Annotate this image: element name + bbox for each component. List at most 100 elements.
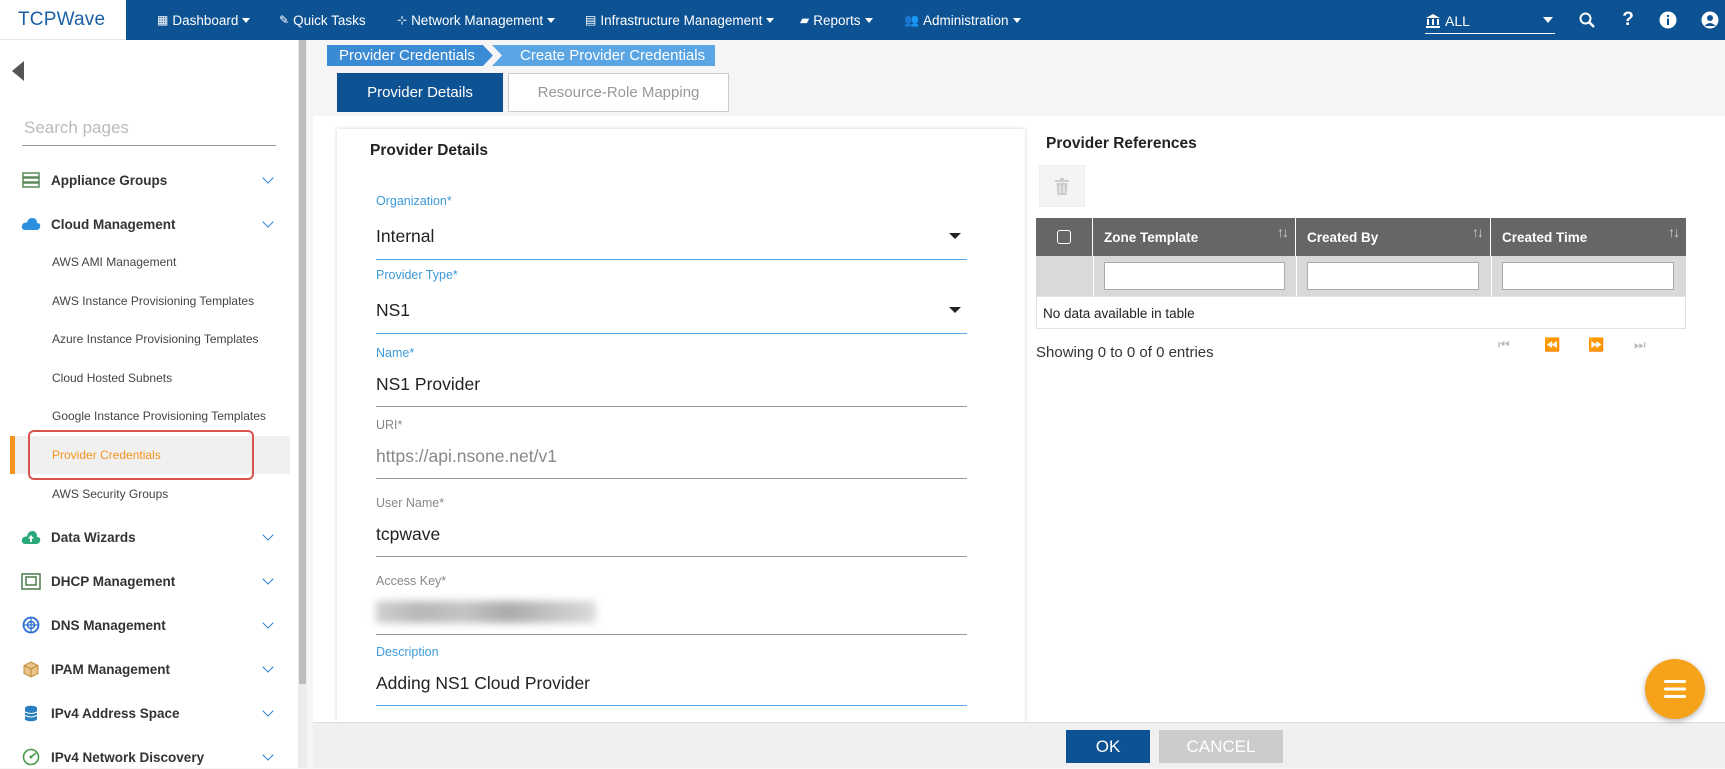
info-icon[interactable] bbox=[1657, 9, 1679, 31]
scope-select[interactable]: ALL bbox=[1425, 8, 1555, 34]
form-footer bbox=[313, 722, 1725, 768]
next-page-icon[interactable]: ⏩ bbox=[1588, 337, 1604, 353]
help-icon[interactable]: ? bbox=[1617, 9, 1639, 31]
sidebar-group-label: IPAM Management bbox=[51, 661, 171, 677]
nav-network-management[interactable]: ⊹ Network Management bbox=[397, 0, 556, 40]
nav-reports-label: Reports bbox=[813, 12, 861, 28]
scope-value: ALL bbox=[1445, 12, 1470, 29]
divider bbox=[1093, 256, 1094, 296]
chevron-down-icon bbox=[262, 661, 274, 673]
nav-infrastructure-management-label: Infrastructure Management bbox=[600, 12, 763, 28]
column-created-time[interactable]: Created Time ↑↓ bbox=[1491, 218, 1686, 256]
column-header-label: Created By bbox=[1307, 229, 1379, 245]
sidebar-group-dhcp-management[interactable]: DHCP Management bbox=[20, 569, 282, 593]
sidebar-group-appliance-groups[interactable]: Appliance Groups bbox=[20, 168, 282, 192]
nav-administration[interactable]: 👥 Administration bbox=[904, 0, 1021, 40]
sidebar-group-cloud-management[interactable]: Cloud Management bbox=[20, 212, 282, 236]
provider-references-title: Provider References bbox=[1046, 135, 1197, 152]
uri-input[interactable]: https://api.nsone.net/v1 bbox=[376, 446, 557, 467]
sidebar-group-ipam-management[interactable]: IPAM Management bbox=[20, 657, 282, 681]
chevron-down-icon bbox=[262, 573, 274, 585]
sidebar-group-label: DNS Management bbox=[51, 617, 166, 633]
filter-zone-template-input[interactable] bbox=[1104, 262, 1285, 290]
organization-select[interactable]: Internal bbox=[376, 226, 434, 247]
username-underline bbox=[376, 556, 967, 557]
name-input[interactable]: NS1 Provider bbox=[376, 374, 480, 395]
chevron-down-icon bbox=[1543, 17, 1553, 23]
breadcrumb-provider-credentials[interactable]: Provider Credentials bbox=[327, 45, 493, 66]
cloud-upload-icon bbox=[20, 528, 42, 546]
search-icon[interactable] bbox=[1576, 9, 1598, 31]
chevron-down-icon bbox=[766, 17, 775, 23]
access-key-masked-value[interactable] bbox=[376, 601, 596, 623]
floating-menu-button[interactable] bbox=[1645, 659, 1705, 719]
chevron-down-icon[interactable] bbox=[949, 307, 961, 313]
sort-icon: ↑↓ bbox=[1277, 224, 1289, 240]
references-filter-row bbox=[1036, 256, 1686, 296]
sidebar-group-data-wizards[interactable]: Data Wizards bbox=[20, 525, 282, 549]
first-page-icon[interactable]: ⏮ bbox=[1498, 337, 1510, 353]
nav-dashboard[interactable]: ▦ Dashboard bbox=[157, 0, 251, 40]
nav-infrastructure-management[interactable]: ▤ Infrastructure Management bbox=[585, 0, 775, 40]
tab-resource-role-mapping[interactable]: Resource-Role Mapping bbox=[508, 73, 729, 112]
nav-quick-tasks[interactable]: ✎ Quick Tasks bbox=[279, 0, 366, 40]
grid-icon: ▦ bbox=[157, 13, 169, 27]
delete-button[interactable] bbox=[1039, 165, 1085, 207]
chevron-down-icon bbox=[262, 172, 274, 184]
last-page-icon[interactable]: ⏭ bbox=[1634, 337, 1646, 353]
user-icon[interactable] bbox=[1699, 9, 1721, 31]
empty-table-message: No data available in table bbox=[1036, 296, 1686, 329]
trash-icon bbox=[1055, 177, 1069, 195]
nav-quick-tasks-label: Quick Tasks bbox=[293, 12, 366, 28]
sidebar-item-cloud-hosted-subnets[interactable]: Cloud Hosted Subnets bbox=[52, 371, 172, 387]
brand-logo: TCPWave bbox=[18, 9, 106, 30]
description-input[interactable]: Adding NS1 Cloud Provider bbox=[376, 673, 590, 694]
name-underline bbox=[376, 406, 967, 407]
divider bbox=[1296, 256, 1297, 296]
institution-icon bbox=[1426, 13, 1440, 28]
sidebar-group-dns-management[interactable]: DNS Management bbox=[20, 613, 282, 637]
book-icon: ▰ bbox=[800, 13, 810, 27]
wand-icon: ✎ bbox=[279, 13, 290, 27]
sidebar-scrollbar-thumb[interactable] bbox=[299, 40, 306, 684]
server-icon bbox=[20, 171, 42, 189]
filter-created-time-input[interactable] bbox=[1502, 262, 1674, 290]
menu-icon bbox=[1664, 680, 1686, 698]
previous-page-icon[interactable]: ⏪ bbox=[1544, 337, 1560, 353]
sidebar-item-aws-instance-provisioning-templates[interactable]: AWS Instance Provisioning Templates bbox=[52, 294, 254, 310]
chevron-down-icon bbox=[242, 17, 251, 23]
access-key-underline bbox=[376, 634, 967, 635]
collapse-sidebar-icon[interactable] bbox=[12, 61, 24, 81]
nav-reports[interactable]: ▰ Reports bbox=[800, 0, 873, 40]
dhcp-icon bbox=[20, 572, 42, 590]
tab-provider-details[interactable]: Provider Details bbox=[337, 73, 503, 112]
column-zone-template[interactable]: Zone Template ↑↓ bbox=[1093, 218, 1296, 256]
chevron-down-icon bbox=[262, 216, 274, 228]
uri-label: URI* bbox=[376, 418, 403, 432]
ok-button[interactable]: OK bbox=[1066, 730, 1150, 763]
logo-area[interactable]: TCPWave bbox=[0, 0, 126, 40]
sidebar-item-azure-instance-provisioning-templates[interactable]: Azure Instance Provisioning Templates bbox=[52, 332, 259, 348]
chevron-down-icon[interactable] bbox=[949, 233, 961, 239]
sidebar-item-provider-credentials[interactable]: Provider Credentials bbox=[52, 448, 161, 464]
sidebar-item-aws-security-groups[interactable]: AWS Security Groups bbox=[52, 487, 168, 503]
username-input[interactable]: tcpwave bbox=[376, 524, 440, 545]
sidebar-item-aws-ami-management[interactable]: AWS AMI Management bbox=[52, 255, 176, 271]
sidebar-group-ipv4-address-space[interactable]: IPv4 Address Space bbox=[20, 701, 282, 725]
name-label: Name* bbox=[376, 346, 415, 360]
filter-created-by-input[interactable] bbox=[1307, 262, 1479, 290]
provider-type-select[interactable]: NS1 bbox=[376, 300, 410, 321]
select-all-checkbox[interactable] bbox=[1057, 230, 1071, 244]
column-created-by[interactable]: Created By ↑↓ bbox=[1296, 218, 1491, 256]
sidebar-group-label: IPv4 Address Space bbox=[51, 705, 180, 721]
sidebar-group-label: DHCP Management bbox=[51, 573, 176, 589]
sidebar-group-label: Cloud Management bbox=[51, 216, 176, 232]
database-icon bbox=[20, 704, 42, 722]
chevron-down-icon bbox=[262, 617, 274, 629]
chevron-down-icon bbox=[262, 749, 274, 761]
search-pages-input[interactable] bbox=[22, 110, 276, 146]
cancel-button[interactable]: CANCEL bbox=[1159, 730, 1283, 763]
sidebar-item-google-instance-provisioning-templates[interactable]: Google Instance Provisioning Templates bbox=[52, 409, 266, 425]
sidebar-group-ipv4-network-discovery[interactable]: IPv4 Network Discovery bbox=[20, 745, 282, 769]
organization-underline bbox=[376, 259, 967, 260]
